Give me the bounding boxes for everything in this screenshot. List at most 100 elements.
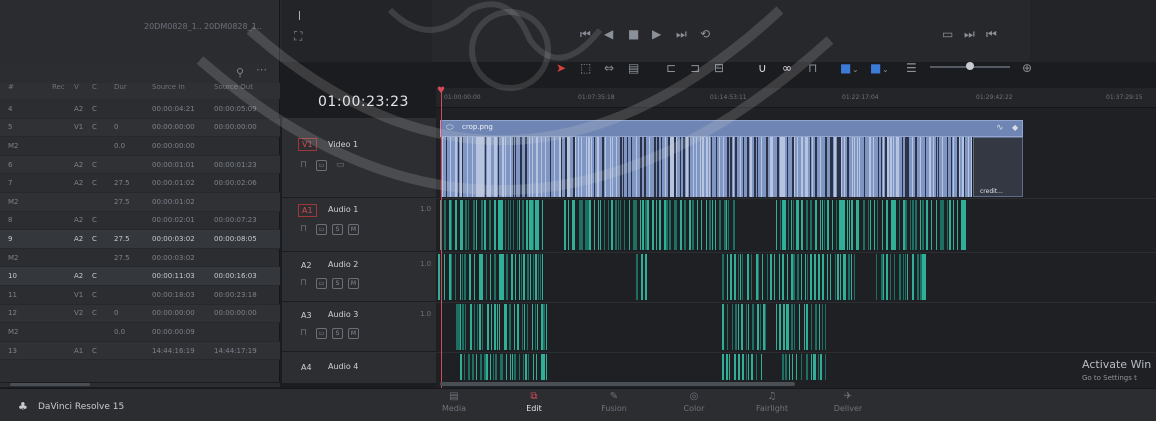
- table-row[interactable]: 11 V1 C 00:00:18:03 00:00:23:18: [0, 286, 280, 305]
- go-to-end-icon[interactable]: ⏭: [676, 28, 687, 40]
- overwrite-clip-icon[interactable]: ⊐: [690, 62, 700, 74]
- page-tab-fairlight[interactable]: ♫ Fairlight: [742, 389, 802, 420]
- audio-clips[interactable]: [436, 198, 1156, 382]
- timeline-scrollbar[interactable]: [440, 382, 795, 386]
- marker-dropdown-icon[interactable]: ⌄: [882, 64, 889, 76]
- mute-button[interactable]: M: [348, 278, 359, 289]
- playhead[interactable]: [441, 88, 442, 388]
- mute-button[interactable]: M: [348, 328, 359, 339]
- table-row[interactable]: 13 A1 C 14:44:16:19 14:44:17:19: [0, 341, 280, 361]
- column-header[interactable]: Source Out: [214, 83, 253, 91]
- auto-select-icon[interactable]: ▭: [316, 278, 327, 289]
- curve-editor-icon[interactable]: ∿: [996, 122, 1004, 134]
- timeline-view-icon[interactable]: ☰: [906, 62, 917, 74]
- thumbnail-label[interactable]: 20DM0828_1..: [144, 22, 202, 31]
- track-id[interactable]: V1: [298, 138, 317, 151]
- table-row[interactable]: M2 27.5 00:00:03:02: [0, 249, 280, 268]
- table-row[interactable]: 5 V1 C 0 00:00:00:00 00:00:00:00: [0, 118, 280, 138]
- page-tab-fusion[interactable]: ✎ Fusion: [584, 389, 644, 420]
- column-header[interactable]: Source In: [152, 83, 185, 91]
- lock-icon[interactable]: ⊓: [300, 160, 307, 170]
- table-row[interactable]: 9 A2 C 27.5 00:00:03:02 00:00:08:05: [0, 230, 280, 249]
- linked-selection-icon[interactable]: ∞: [782, 62, 792, 74]
- flag-icon[interactable]: ■: [840, 62, 851, 74]
- position-lock-icon[interactable]: ⊓: [808, 62, 817, 74]
- mute-button[interactable]: M: [348, 224, 359, 235]
- play-icon[interactable]: ▶: [652, 28, 661, 40]
- video-clip-thumbnails[interactable]: [440, 137, 972, 197]
- track-name[interactable]: Audio 1: [328, 205, 358, 214]
- flag-dropdown-icon[interactable]: ⌄: [852, 64, 859, 76]
- track-id[interactable]: A3: [298, 310, 315, 321]
- keyframe-icon[interactable]: ◆: [1012, 122, 1018, 134]
- thumbnail-label[interactable]: 20DM0828_1..: [204, 22, 262, 31]
- edit-index-scroll-thumb[interactable]: [10, 383, 90, 386]
- track-name[interactable]: Audio 2: [328, 260, 358, 269]
- next-frame-icon[interactable]: ⏭: [964, 28, 975, 40]
- audio-waveform-stripe: [449, 200, 451, 250]
- column-header[interactable]: Dur: [114, 83, 127, 91]
- track-name[interactable]: Video 1: [328, 140, 358, 149]
- page-tab-deliver[interactable]: ✈ Deliver: [818, 389, 878, 420]
- trim-tool-icon[interactable]: ⬚: [580, 62, 591, 74]
- play-reverse-icon[interactable]: ◀: [604, 28, 613, 40]
- table-row[interactable]: 12 V2 C 0 00:00:00:00 00:00:00:00: [0, 304, 280, 324]
- table-row[interactable]: 10 A2 C 00:00:11:03 00:00:16:03: [0, 267, 280, 286]
- timeline-ruler[interactable]: [436, 88, 1156, 108]
- track-id[interactable]: A2: [298, 260, 315, 271]
- column-header[interactable]: Rec: [52, 83, 65, 91]
- stop-icon[interactable]: ■: [628, 28, 639, 40]
- search-icon[interactable]: ⚲: [236, 66, 244, 79]
- dynamic-trim-icon[interactable]: ⇔: [604, 62, 614, 74]
- zoom-in-icon[interactable]: ⊕: [1022, 62, 1032, 74]
- solo-button[interactable]: S: [332, 224, 343, 235]
- track-header-a1[interactable]: A1 Audio 1 1.0 ⊓ ▭ S M: [282, 198, 436, 252]
- snapping-icon[interactable]: ∪: [758, 62, 767, 74]
- solo-button[interactable]: S: [332, 328, 343, 339]
- solo-button[interactable]: S: [332, 278, 343, 289]
- replace-clip-icon[interactable]: ⊟: [714, 62, 724, 74]
- video-clip-crop[interactable]: [440, 120, 1023, 137]
- table-row[interactable]: M2 0.0 00:00:00:00: [0, 137, 280, 156]
- auto-select-icon[interactable]: ▭: [316, 160, 327, 171]
- auto-select-icon[interactable]: ▭: [316, 224, 327, 235]
- track-name[interactable]: Audio 4: [328, 362, 358, 371]
- prev-frame-icon[interactable]: ⏮: [986, 28, 997, 40]
- lock-icon[interactable]: ⊓: [300, 278, 307, 288]
- page-tab-color[interactable]: ◎ Color: [664, 389, 724, 420]
- table-row[interactable]: M2 27.5 00:00:01:02: [0, 193, 280, 212]
- playhead-handle-icon[interactable]: ♥: [437, 86, 445, 96]
- column-header[interactable]: V: [74, 83, 79, 91]
- more-options-icon[interactable]: ⋯: [256, 63, 267, 76]
- page-tab-edit[interactable]: ⧉ Edit: [504, 389, 564, 420]
- track-id[interactable]: A4: [298, 362, 315, 373]
- marker-icon[interactable]: ■: [870, 62, 881, 74]
- viewer-options-icon[interactable]: ⛶: [294, 30, 302, 42]
- track-header-a3[interactable]: A3 Audio 3 1.0 ⊓ ▭ S M: [282, 302, 436, 352]
- selection-tool-icon[interactable]: ➤: [556, 62, 566, 74]
- zoom-slider-handle[interactable]: [966, 62, 974, 70]
- table-row[interactable]: M2 0.0 00:00:00:09: [0, 323, 280, 342]
- lock-icon[interactable]: ⊓: [300, 224, 307, 234]
- table-row[interactable]: 8 A2 C 00:00:02:01 00:00:07:23: [0, 212, 280, 231]
- loop-icon[interactable]: ⟲: [700, 28, 710, 40]
- table-row[interactable]: 7 A2 C 27.5 00:00:01:02 00:00:02:06: [0, 174, 280, 193]
- blade-tool-icon[interactable]: ▤: [628, 62, 639, 74]
- insert-clip-icon[interactable]: ⊏: [666, 62, 676, 74]
- page-tab-media[interactable]: ▤ Media: [424, 389, 484, 420]
- table-row[interactable]: 6 A2 C 00:00:01:01 00:00:01:23: [0, 155, 280, 175]
- auto-select-icon[interactable]: ▭: [316, 328, 327, 339]
- track-header-v1[interactable]: V1 Video 1 ⊓ ▭ ▭: [282, 118, 436, 198]
- lock-icon[interactable]: ⊓: [300, 328, 307, 338]
- track-name[interactable]: Audio 3: [328, 310, 358, 319]
- column-header[interactable]: C: [92, 83, 97, 91]
- timeline-timecode[interactable]: 01:00:23:23: [318, 94, 409, 110]
- fullscreen-icon[interactable]: ▭: [942, 28, 953, 40]
- table-row[interactable]: 4 A2 C 00:00:04:21 00:00:05:09: [0, 100, 280, 119]
- track-header-a2[interactable]: A2 Audio 2 1.0 ⊓ ▭ S M: [282, 252, 436, 302]
- column-header[interactable]: #: [8, 83, 14, 91]
- track-id[interactable]: A1: [298, 204, 317, 217]
- go-to-start-icon[interactable]: ⏮: [580, 28, 591, 40]
- track-header-a4[interactable]: A4 Audio 4: [282, 352, 436, 384]
- track-visibility-icon[interactable]: ▭: [336, 160, 345, 170]
